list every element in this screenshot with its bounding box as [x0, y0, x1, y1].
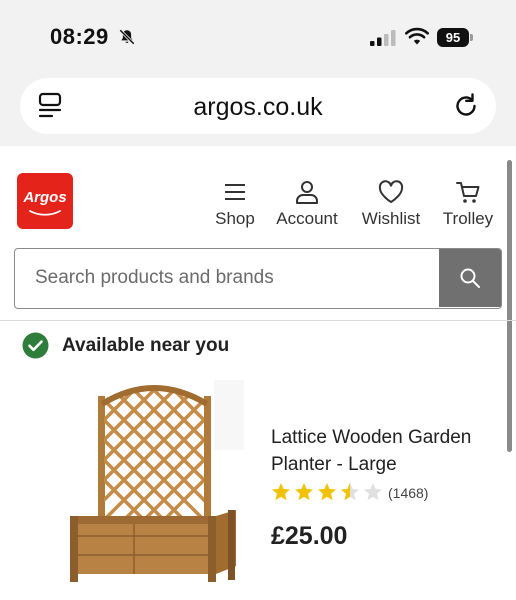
search-button[interactable] [439, 249, 501, 307]
browser-url-bar[interactable]: argos.co.uk [20, 78, 496, 134]
product-image[interactable] [64, 380, 244, 594]
search-bar [14, 248, 502, 309]
star-half-icon [341, 483, 359, 501]
reload-icon[interactable] [452, 92, 480, 120]
star-full-icon [318, 483, 336, 501]
nav-shop[interactable]: Shop [211, 178, 259, 229]
nav-shop-label: Shop [215, 209, 255, 228]
star-full-icon [272, 483, 290, 501]
divider [0, 320, 516, 321]
menu-icon [225, 184, 245, 200]
search-icon [460, 268, 480, 288]
argos-logo[interactable]: Argos [17, 173, 73, 229]
nav-account-label: Account [276, 209, 338, 228]
nav-trolley[interactable]: Trolley [438, 178, 498, 229]
product-title[interactable]: Lattice Wooden Garden Planter - Large [271, 424, 491, 478]
check-circle-icon [22, 332, 49, 359]
review-count[interactable]: (1468) [388, 485, 428, 501]
trolley-icon [456, 182, 480, 203]
web-page: Argos Shop Account Wishlist Trolley Sear… [0, 146, 516, 600]
nav-trolley-label: Trolley [442, 209, 494, 228]
battery-icon: 95 [437, 28, 473, 47]
heart-icon [378, 180, 404, 203]
bell-muted-icon [119, 29, 135, 45]
status-time: 08:29 [50, 24, 109, 49]
status-bar: 08:29 95 [0, 0, 516, 72]
url-text[interactable]: argos.co.uk [20, 93, 496, 122]
logo-text: Argos [23, 189, 67, 206]
star-full-icon [295, 483, 313, 501]
account-icon [296, 181, 318, 204]
nav-wishlist[interactable]: Wishlist [356, 178, 426, 229]
signal-icon [370, 30, 396, 46]
availability-text: Available near you [62, 335, 230, 356]
product-price: £25.00 [271, 522, 348, 550]
nav-wishlist-label: Wishlist [361, 209, 421, 228]
wifi-icon [405, 27, 429, 45]
search-input[interactable] [15, 249, 439, 307]
battery-level: 95 [437, 28, 469, 47]
star-empty-icon [364, 483, 382, 501]
logo-swoosh-icon [29, 210, 61, 216]
scrollbar[interactable] [507, 160, 512, 452]
nav-account[interactable]: Account [271, 178, 343, 229]
